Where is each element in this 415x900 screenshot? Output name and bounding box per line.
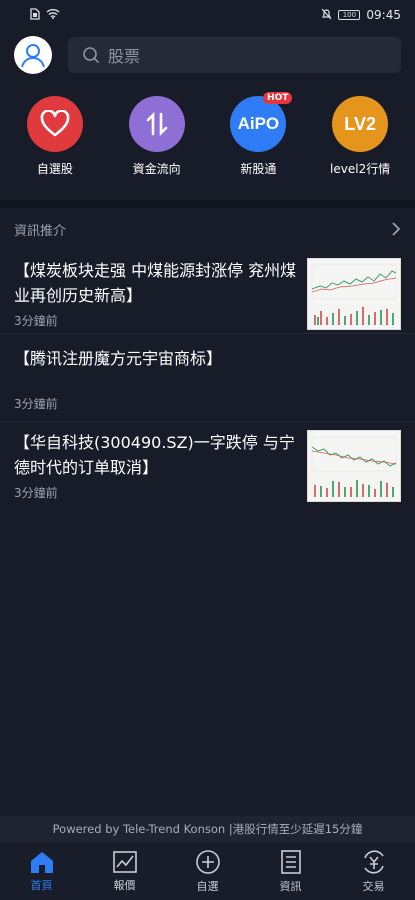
search-icon [83,47,100,64]
news-item[interactable]: 【腾讯注册魔方元宇宙商标】 3分鐘前 [0,334,415,422]
tab-home[interactable]: 首頁 [7,850,77,893]
avatar[interactable] [14,36,52,74]
news-section-header[interactable]: 資訊推介 [0,212,415,246]
hot-badge: HOT [263,92,293,104]
tab-quotes[interactable]: 報價 [90,850,160,893]
quick-link-label: level2行情 [330,162,391,176]
tab-label: 資訊 [279,879,302,893]
news-thumbnail [307,430,401,502]
quick-link-label: 新股通 [240,162,277,176]
quick-link-level2[interactable]: LV2 level2行情 [315,88,405,190]
mute-icon [321,8,332,23]
clock: 09:45 [366,8,401,22]
tab-label: 首頁 [30,878,53,892]
exchange-icon [363,849,384,874]
search-placeholder: 股票 [108,47,141,66]
section-divider [0,200,415,208]
quick-link-label: 資金流向 [132,162,181,176]
news-time: 3分鐘前 [14,486,58,500]
powered-by-banner: Powered by Tele-Trend Konson |港股行情至少延遲15… [0,816,415,842]
flow-arrows-icon [128,96,185,152]
quick-link-watchlist[interactable]: 自選股 [10,88,100,190]
quick-link-new-ipo[interactable]: AiPO HOT 新股通 [213,88,303,190]
news-item[interactable]: 【煤炭板块走强 中煤能源封涨停 兖州煤业再创历史新高】 3分鐘前 [0,250,415,334]
news-title: 【华自科技(300490.SZ)一字跌停 与宁德时代的订单取消】 [14,433,295,477]
document-icon [280,849,301,874]
news-title: 【煤炭板块走强 中煤能源封涨停 兖州煤业再创历史新高】 [14,261,297,305]
bottom-tab-bar: 首頁 報價 自選 資訊 交易 [0,842,415,900]
chevron-right-icon[interactable] [391,222,401,236]
quick-link-capital-flow[interactable]: 資金流向 [112,88,202,190]
battery-icon: 100 [338,10,361,20]
chart-icon [112,850,137,873]
news-list: 【煤炭板块走强 中煤能源封涨停 兖州煤业再创历史新高】 3分鐘前 【腾讯注册魔方… [0,250,415,506]
section-title: 資訊推介 [14,223,67,239]
news-time: 3分鐘前 [14,397,58,411]
tab-label: 自選 [196,879,219,893]
tab-trade[interactable]: 交易 [339,849,409,894]
lv2-icon: LV2 [332,96,389,152]
tab-watchlist[interactable]: 自選 [173,849,243,894]
header: 股票 [0,30,415,80]
tab-label: 報價 [113,878,136,892]
sim-icon [30,7,40,23]
tab-label: 交易 [362,879,385,893]
news-time: 3分鐘前 [14,314,58,328]
quick-link-label: 自選股 [36,162,73,176]
news-thumbnail [307,258,401,330]
heart-icon [26,96,83,152]
wifi-icon [46,8,60,22]
plus-circle-icon [195,849,220,874]
status-bar: 100 09:45 [0,0,415,30]
quick-links: 自選股 資金流向 AiPO HOT 新股通 LV2 level2行情 [0,88,415,190]
news-title: 【腾讯注册魔方元宇宙商标】 [14,349,223,368]
home-icon [30,851,53,873]
aipo-icon: AiPO HOT [230,92,293,152]
news-item[interactable]: 【华自科技(300490.SZ)一字跌停 与宁德时代的订单取消】 3分鐘前 [0,422,415,506]
search-input[interactable]: 股票 [68,37,401,73]
user-icon [21,44,45,68]
tab-news[interactable]: 資訊 [256,849,326,894]
